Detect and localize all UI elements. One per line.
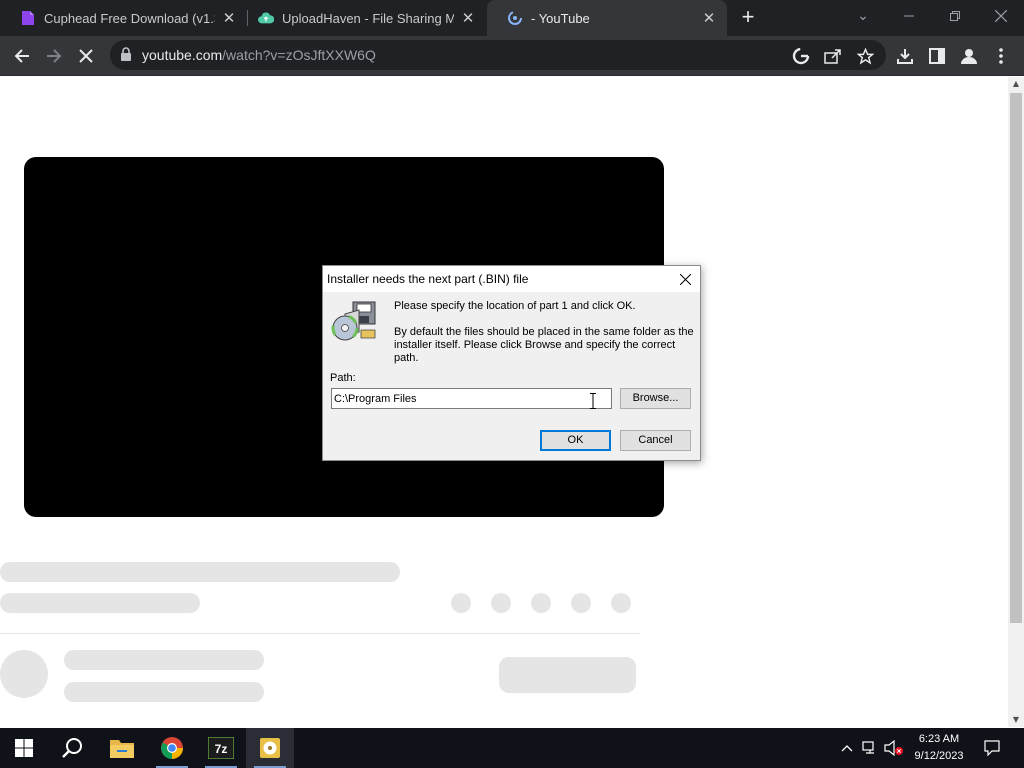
browse-button[interactable]: Browse...	[620, 388, 691, 409]
notifications-icon[interactable]	[980, 728, 1004, 768]
avatar-skeleton	[0, 650, 48, 698]
google-lens-icon[interactable]	[786, 41, 816, 71]
scroll-down-icon[interactable]: ▼	[1008, 713, 1024, 727]
svg-text:7z: 7z	[215, 742, 228, 756]
dialog-close-icon[interactable]	[670, 266, 700, 292]
tab-search-icon[interactable]: ⌄	[840, 0, 886, 32]
minimize-icon[interactable]	[886, 0, 932, 32]
installer-disk-icon	[331, 300, 379, 344]
tab-title: UploadHaven - File Sharing Made	[282, 10, 454, 26]
installer-icon[interactable]	[246, 728, 294, 768]
system-clock[interactable]: 6:23 AM 9/12/2023	[906, 731, 972, 765]
browser-toolbar: youtube.com/watch?v=zOsJftXXW6Q	[0, 36, 1024, 76]
cloud-icon	[258, 10, 274, 26]
url-host: youtube.com	[142, 47, 223, 63]
back-icon[interactable]	[7, 41, 37, 71]
stop-loading-icon[interactable]	[71, 41, 101, 71]
profile-icon[interactable]	[954, 41, 984, 71]
network-icon[interactable]	[860, 728, 880, 768]
dialog-title: Installer needs the next part (.BIN) fil…	[327, 272, 529, 286]
close-tab-icon[interactable]: ✕	[460, 10, 476, 26]
path-label: Path:	[330, 372, 356, 384]
title-skeleton	[0, 562, 400, 582]
ok-button[interactable]: OK	[540, 430, 611, 451]
purple-file-icon	[20, 10, 36, 26]
bookmark-star-icon[interactable]	[850, 41, 880, 71]
dialog-message-2: By default the files should be placed in…	[394, 326, 694, 364]
dialog-message-1: Please specify the location of part 1 an…	[394, 300, 636, 312]
subscribe-skeleton	[499, 657, 636, 693]
channel-sub-skeleton	[64, 682, 264, 702]
search-icon[interactable]	[48, 728, 96, 768]
lock-icon[interactable]	[120, 47, 136, 63]
clock-time: 6:23 AM	[918, 733, 960, 745]
action-skeleton	[451, 593, 471, 613]
tab-strip: Cuphead Free Download (v1.3.4) ✕ UploadH…	[0, 0, 1024, 36]
scroll-up-icon[interactable]: ▲	[1008, 77, 1024, 91]
clock-date: 9/12/2023	[914, 750, 964, 762]
action-skeleton	[531, 593, 551, 613]
action-skeleton	[571, 593, 591, 613]
tab-uploadhaven[interactable]: UploadHaven - File Sharing Made ✕	[238, 0, 486, 36]
file-explorer-icon[interactable]	[98, 728, 146, 768]
url-path: /watch?v=zOsJftXXW6Q	[222, 47, 376, 63]
path-input[interactable]	[331, 388, 612, 409]
download-icon[interactable]	[890, 41, 920, 71]
tab-cuphead[interactable]: Cuphead Free Download (v1.3.4) ✕	[0, 0, 247, 36]
scrollbar-thumb[interactable]	[1010, 93, 1022, 623]
tab-title: - YouTube	[531, 10, 590, 26]
channel-skeleton	[64, 650, 264, 670]
subtitle-skeleton	[0, 593, 200, 613]
text-cursor-icon	[590, 393, 596, 409]
address-bar[interactable]: youtube.com/watch?v=zOsJftXXW6Q	[110, 40, 886, 70]
new-tab-button[interactable]: +	[737, 6, 759, 29]
url-text: youtube.com/watch?v=zOsJftXXW6Q	[142, 47, 376, 63]
cancel-button[interactable]: Cancel	[620, 430, 691, 451]
share-icon[interactable]	[818, 41, 848, 71]
close-tab-icon[interactable]: ✕	[701, 10, 717, 26]
show-hidden-icons-icon[interactable]	[838, 728, 856, 768]
tab-title: Cuphead Free Download (v1.3.4)	[44, 10, 215, 26]
divider	[0, 633, 640, 634]
forward-icon[interactable]	[39, 41, 69, 71]
menu-dots-icon[interactable]	[986, 41, 1016, 71]
volume-muted-icon[interactable]	[883, 728, 905, 768]
action-skeleton	[611, 593, 631, 613]
installer-dialog: Installer needs the next part (.BIN) fil…	[322, 265, 701, 461]
chrome-icon[interactable]	[148, 728, 196, 768]
close-window-icon[interactable]	[978, 0, 1024, 32]
close-tab-icon[interactable]: ✕	[221, 10, 237, 26]
restore-icon[interactable]	[932, 0, 978, 32]
dialog-titlebar[interactable]: Installer needs the next part (.BIN) fil…	[323, 266, 700, 292]
7zip-icon[interactable]: 7z	[197, 728, 245, 768]
taskbar: 7z 6:23 AM 9/12/2023	[0, 728, 1024, 768]
loading-icon	[507, 10, 523, 26]
side-panel-icon[interactable]	[922, 41, 952, 71]
start-icon[interactable]	[0, 728, 48, 768]
page-scrollbar[interactable]: ▲ ▼	[1008, 77, 1024, 727]
tab-youtube[interactable]: - YouTube ✕	[487, 0, 727, 36]
action-skeleton	[491, 593, 511, 613]
